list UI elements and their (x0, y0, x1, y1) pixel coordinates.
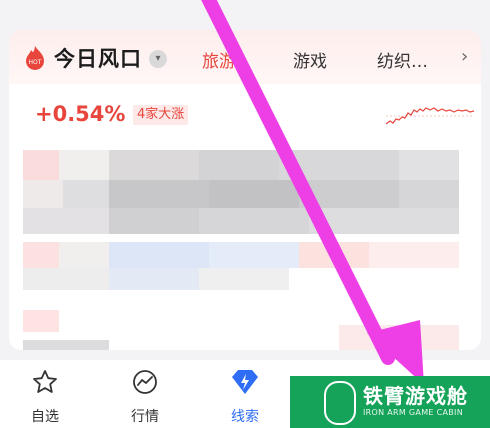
star-icon (33, 370, 57, 393)
hot-flame-icon: HOT (26, 46, 44, 70)
leaf-logo-icon (324, 381, 356, 425)
tab-textile[interactable]: 纺织… (377, 47, 428, 72)
watermark-title: 铁臂游戏舱 (363, 384, 468, 408)
nav-watchlist[interactable]: 自选 (10, 360, 80, 428)
blurred-content (9, 150, 481, 350)
watermark-logo: 铁臂游戏舱 IRON ARM GAME CABIN (290, 376, 490, 428)
nav-market[interactable]: 行情 (110, 360, 180, 428)
nav-label-watchlist: 自选 (31, 409, 59, 425)
chevron-right-icon[interactable]: › (461, 46, 468, 67)
nav-label-clues: 线索 (231, 409, 259, 425)
svg-text:HOT: HOT (29, 59, 42, 66)
tab-travel[interactable]: 旅游 (202, 47, 236, 72)
hot-sector-card: HOT 今日风口 ▾ 旅游 游戏 纺织… › +0.54% 4家大涨 (9, 30, 481, 350)
watermark-subtitle: IRON ARM GAME CABIN (363, 408, 463, 417)
nav-label-market: 行情 (131, 409, 159, 425)
nav-clues[interactable]: 线索 (210, 360, 280, 428)
sparkline (386, 107, 474, 125)
rise-count-badge: 4家大涨 (133, 105, 189, 125)
tab-games[interactable]: 游戏 (293, 47, 327, 72)
market-trend-icon (133, 370, 157, 394)
change-percent: +0.54% (35, 102, 126, 126)
lightning-icon (232, 370, 258, 394)
card-header: HOT 今日风口 ▾ 旅游 游戏 纺织… › (9, 30, 481, 84)
panel-title[interactable]: 今日风口 (54, 43, 142, 73)
chevron-down-icon[interactable]: ▾ (149, 50, 167, 68)
